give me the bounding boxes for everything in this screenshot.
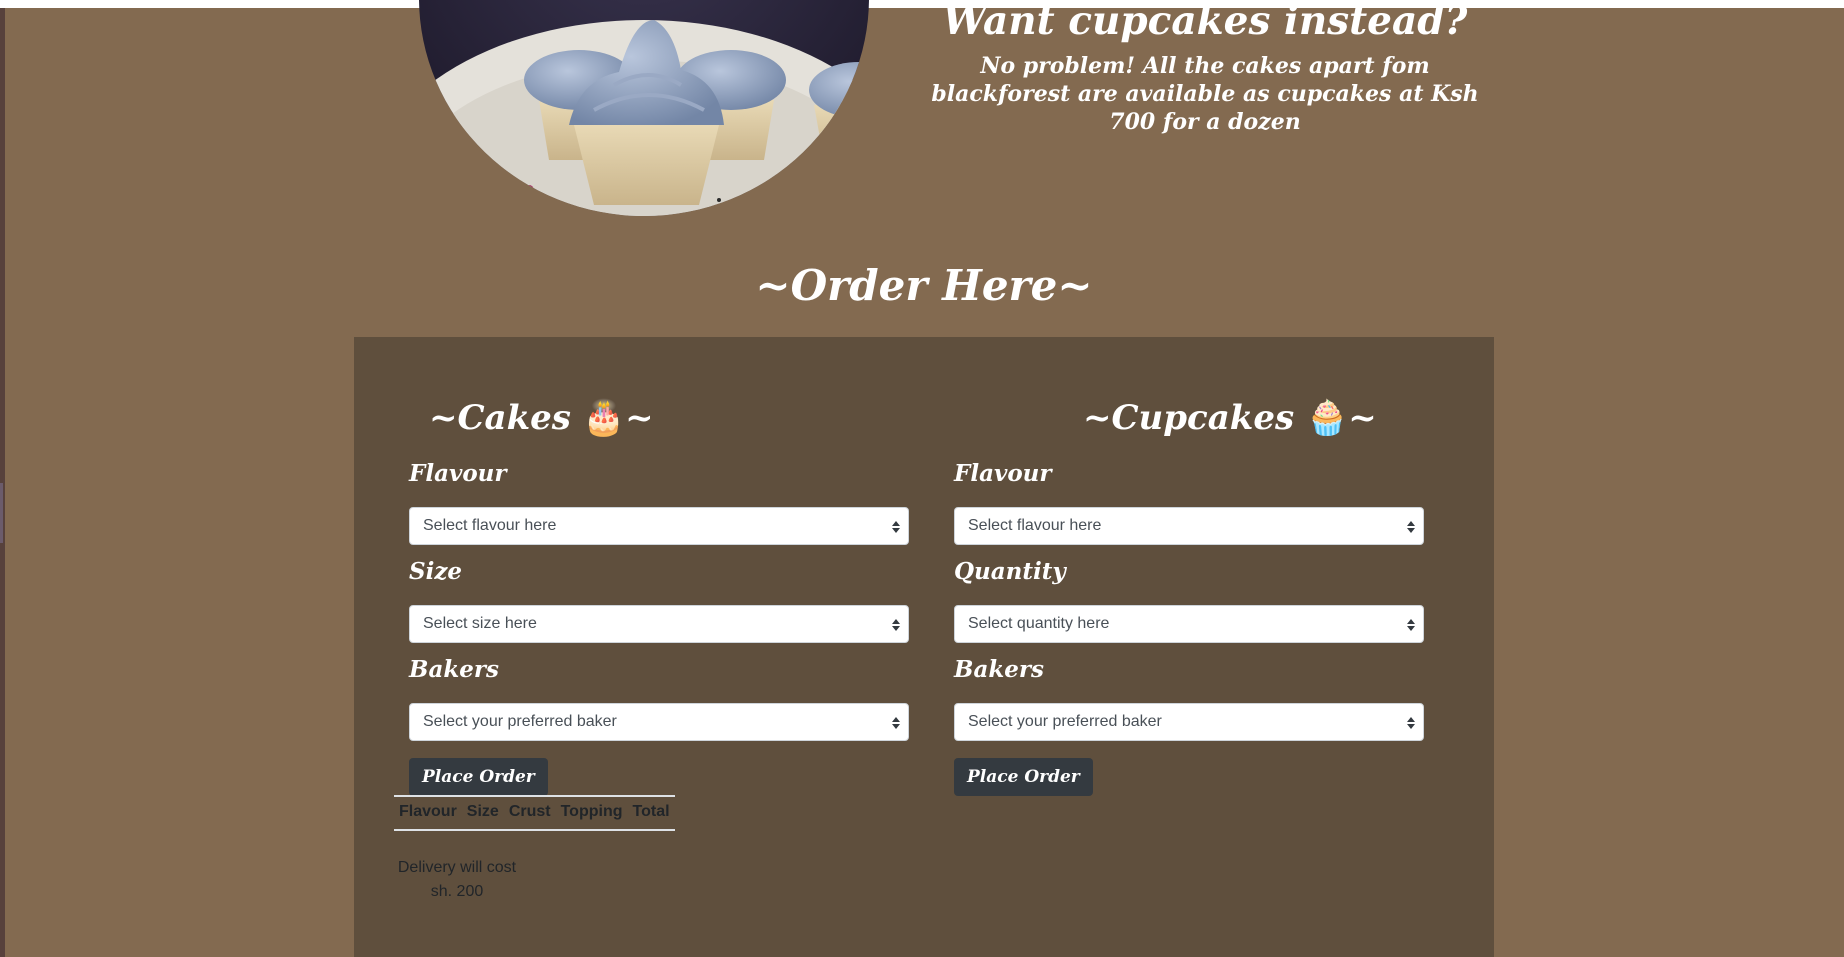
order-heading: ~Order Here~	[755, 261, 1093, 310]
cakes-size-select-value: Select size here	[423, 615, 537, 632]
cakes-title-end: ~	[625, 398, 654, 438]
cupcakes-quantity-select[interactable]: Select quantity here	[954, 605, 1424, 643]
cupcakes-flavour-select[interactable]: Select flavour here	[954, 507, 1424, 545]
cakes-title-text: ~Cakes	[429, 398, 571, 438]
table-header-size: Size	[466, 803, 499, 820]
select-arrows-icon	[892, 717, 900, 729]
cupcakes-title-end: ~	[1348, 398, 1377, 438]
order-panel: ~Cakes 🎂~ Flavour Select flavour here Si…	[354, 337, 1494, 957]
table-header-topping: Topping	[560, 803, 623, 820]
cupcakes-bakers-select-value: Select your preferred baker	[968, 713, 1162, 730]
cakes-flavour-label: Flavour	[409, 460, 507, 487]
promo-text: No problem! All the cakes apart fom blac…	[931, 53, 1479, 135]
delivery-info: Delivery will cost sh. 200	[394, 856, 520, 904]
cakes-bakers-select-value: Select your preferred baker	[423, 713, 617, 730]
cupcakes-flavour-label: Flavour	[954, 460, 1052, 487]
cupcake-emoji-icon: 🧁	[1305, 398, 1349, 438]
table-header-flavour: Flavour	[399, 803, 457, 820]
cakes-bakers-select[interactable]: Select your preferred baker	[409, 703, 909, 741]
cupcakes-title: ~Cupcakes 🧁~	[1083, 396, 1377, 440]
cupcakes-image	[419, 0, 869, 216]
cupcakes-bakers-label: Bakers	[954, 656, 1044, 683]
cakes-bakers-label: Bakers	[409, 656, 499, 683]
select-arrows-icon	[1407, 717, 1415, 729]
select-arrows-icon	[892, 619, 900, 631]
cupcakes-quantity-label: Quantity	[954, 558, 1066, 585]
cakes-order-table: Flavour Size Crust Topping Total	[394, 795, 675, 831]
side-handle[interactable]	[0, 483, 3, 543]
table-header-crust: Crust	[508, 803, 551, 820]
select-arrows-icon	[892, 521, 900, 533]
cakes-size-label: Size	[409, 558, 463, 585]
cakes-place-order-button[interactable]: Place Order	[409, 758, 548, 796]
cakes-size-select[interactable]: Select size here	[409, 605, 909, 643]
select-arrows-icon	[1407, 619, 1415, 631]
cakes-flavour-select[interactable]: Select flavour here	[409, 507, 909, 545]
select-arrows-icon	[1407, 521, 1415, 533]
promo-title: Want cupcakes instead?	[942, 0, 1468, 44]
table-header-row: Flavour Size Crust Topping Total	[394, 796, 675, 830]
cakes-flavour-select-value: Select flavour here	[423, 517, 557, 534]
cupcakes-title-text: ~Cupcakes	[1083, 398, 1295, 438]
cakes-title: ~Cakes 🎂~	[429, 396, 654, 440]
cake-emoji-icon: 🎂	[582, 398, 626, 438]
delivery-text: Delivery will cost	[397, 859, 517, 876]
delivery-amount: sh. 200	[430, 883, 484, 900]
cupcakes-place-order-button[interactable]: Place Order	[954, 758, 1093, 796]
table-header-total: Total	[632, 803, 670, 820]
cupcakes-quantity-select-value: Select quantity here	[968, 615, 1110, 632]
cupcakes-flavour-select-value: Select flavour here	[968, 517, 1102, 534]
cupcakes-bakers-select[interactable]: Select your preferred baker	[954, 703, 1424, 741]
